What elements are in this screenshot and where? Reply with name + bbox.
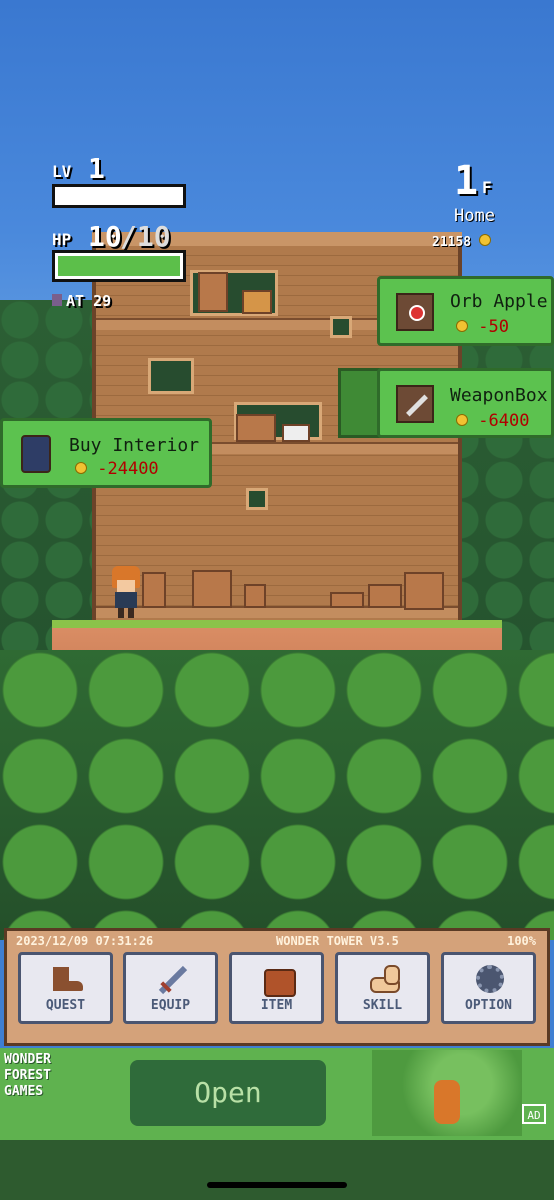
- chair-furniture: [142, 572, 166, 608]
- forest-foreground: [0, 650, 554, 940]
- gold-value: 21158: [432, 235, 472, 250]
- option-label: OPTION: [465, 998, 512, 1013]
- quest-label: QUEST: [45, 998, 86, 1013]
- tower-window: [148, 358, 194, 394]
- jar-icon: [21, 435, 51, 473]
- ad-character-art: [372, 1050, 522, 1136]
- attack-value: AT 29: [66, 292, 112, 310]
- ad-badge: AD: [522, 1104, 546, 1124]
- orb-apple-chest-icon: [396, 293, 434, 331]
- desk-furniture: [236, 414, 276, 442]
- offer-weaponbox-tab: [338, 368, 382, 438]
- sword-icon: [396, 385, 434, 423]
- attack-stat: AT 29: [52, 292, 111, 310]
- hp-current: 10: [88, 220, 122, 253]
- sword-icon: [154, 963, 190, 995]
- equip-label: EQUIP: [150, 998, 191, 1013]
- tower-small-window: [246, 488, 268, 510]
- skill-label: SKILL: [362, 998, 403, 1013]
- door-furniture: [198, 272, 228, 312]
- ad-open-button[interactable]: Open: [130, 1060, 326, 1126]
- offer-price: -50: [456, 317, 509, 337]
- offer-orb-apple[interactable]: Orb Apple -50: [377, 276, 554, 346]
- status-game-title: WONDER TOWER V3.5: [276, 934, 399, 948]
- bowl-furniture: [282, 424, 310, 442]
- status-bar: 2023/12/09 07:31:26 WONDER TOWER V3.5 10…: [16, 934, 536, 948]
- offer-price: -6400: [456, 411, 529, 431]
- bench-furniture: [330, 592, 364, 608]
- equip-button[interactable]: EQUIP: [123, 952, 218, 1024]
- home-indicator[interactable]: [207, 1182, 347, 1188]
- coin-icon: [456, 320, 468, 332]
- hp-max: /10: [120, 220, 171, 253]
- option-button[interactable]: OPTION: [441, 952, 536, 1024]
- gold-counter: 21158: [432, 234, 491, 250]
- chair-furniture: [244, 584, 266, 608]
- offer-title: Buy Interior: [69, 435, 200, 456]
- coin-icon: [478, 234, 491, 246]
- ad-logo: WONDER FOREST GAMES: [4, 1052, 51, 1099]
- level-bar: [52, 184, 186, 208]
- offer-buy-interior[interactable]: Buy Interior -24400: [0, 418, 212, 488]
- hp-bar-fill: [58, 256, 180, 276]
- gear-icon: [472, 963, 508, 995]
- item-button[interactable]: ITEM: [229, 952, 324, 1024]
- offer-price: -24400: [75, 459, 159, 479]
- floor-number: 1: [454, 158, 479, 204]
- bag-icon: [260, 963, 296, 997]
- hp-bar: [52, 250, 186, 282]
- tower-small-window: [330, 316, 352, 338]
- status-battery: 100%: [507, 934, 536, 948]
- offer-title: WeaponBox: [450, 385, 548, 406]
- offer-weaponbox[interactable]: WeaponBox -6400: [377, 368, 554, 438]
- bottom-forest: [0, 1140, 554, 1200]
- offer-title: Orb Apple: [450, 291, 548, 312]
- pot-furniture: [242, 290, 272, 314]
- item-label: ITEM: [260, 998, 293, 1013]
- coin-icon: [75, 462, 87, 474]
- level-value: 1: [88, 152, 105, 185]
- boot-icon: [49, 963, 85, 995]
- quest-button[interactable]: QUEST: [18, 952, 113, 1024]
- shelf-furniture: [192, 570, 232, 608]
- arm-icon: [366, 963, 402, 995]
- gem-icon: [52, 294, 62, 306]
- coin-icon: [456, 414, 468, 426]
- table-furniture: [368, 584, 402, 608]
- status-datetime: 2023/12/09 07:31:26: [16, 934, 154, 948]
- skill-button[interactable]: SKILL: [335, 952, 430, 1024]
- hp-label: HP: [52, 230, 72, 249]
- floor-suffix: F: [482, 178, 492, 197]
- level-label: LV: [52, 162, 72, 181]
- location-name: Home: [454, 206, 495, 226]
- bookshelf-furniture: [404, 572, 444, 610]
- player-character[interactable]: [110, 566, 142, 618]
